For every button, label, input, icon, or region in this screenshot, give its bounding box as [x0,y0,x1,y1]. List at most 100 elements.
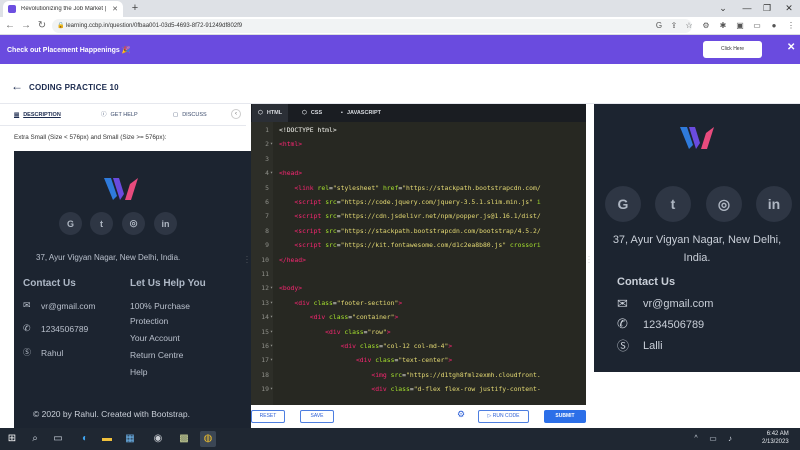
resize-handle-right[interactable]: · · · [588,254,590,266]
minimize-window-icon[interactable]: — [736,0,758,17]
brand-logo-icon [104,178,138,200]
envelope-icon: ✉ [617,296,628,311]
code-line[interactable]: <div class="text-center"> [279,356,452,364]
code-line[interactable]: <body> [279,284,302,292]
app-icon[interactable]: ▩ [176,431,192,447]
browser-tab[interactable]: Revolutionizing the Job Market | ✕ [3,1,123,17]
show-hidden-icons-icon[interactable]: ^ [688,431,704,447]
back-icon[interactable]: ← [3,17,17,35]
resize-handle-left[interactable]: · · · [246,254,248,266]
back-arrow-icon[interactable]: ← [11,79,23,93]
code-editor[interactable]: 1 <!DOCTYPE html> 2 ▾ <html> 3 4 ▾ <head> 5 <link… [251,122,586,405]
profile-icon[interactable]: ● [768,19,780,33]
collapse-panel-icon[interactable]: ‹ [231,109,241,119]
fold-arrow-icon[interactable]: ▾ [270,314,273,320]
new-tab-button[interactable]: + [128,1,142,15]
sidebar-icon[interactable]: ▭ [751,19,763,33]
task-view-icon[interactable]: ▭ [50,431,66,447]
fold-arrow-icon[interactable]: ▾ [270,141,273,147]
css3-icon: ⬡ [302,110,307,116]
code-line[interactable]: <div class="d-flex flex-row justify-cont… [279,385,540,393]
fold-arrow-icon[interactable]: ▾ [270,329,273,335]
code-line[interactable]: <div class="col-12 col-md-4"> [279,342,453,350]
code-line[interactable]: <script src="https://cdn.jsdelivr.net/np… [279,212,540,220]
puzzle-extensions-icon[interactable]: ✱ [717,19,729,33]
help-link: Help [130,367,148,377]
save-button[interactable]: SAVE [300,410,334,423]
fold-arrow-icon[interactable]: ▾ [270,386,273,392]
close-banner-icon[interactable]: ✕ [787,42,795,53]
tab-get-help[interactable]: ⓘ GET HELP [101,104,138,126]
site-favicon-icon [8,5,16,13]
taskbar-clock[interactable]: 6:42 AM 2/13/2023 [762,430,789,446]
reload-icon[interactable]: ↻ [35,17,49,35]
windows-start-icon[interactable]: ⊞ [4,431,20,447]
volume-icon[interactable]: ♪ [722,431,738,447]
bookmark-star-icon[interactable]: ☆ [683,19,695,33]
code-line[interactable]: <div class="footer-section"> [279,299,402,307]
store-icon[interactable]: ▦ [122,431,138,447]
code-line[interactable]: <img src="https://d1tgh8fmlzexmh.cloudfr… [279,371,540,379]
banner-text: Check out Placement Happenings 🎉 [7,47,131,54]
settings-gear-icon[interactable]: ⚙ [457,409,465,420]
share-icon[interactable]: ⇪ [668,19,680,33]
network-icon[interactable]: ▭ [705,431,721,447]
code-line[interactable]: <script src="https://code.jquery.com/jqu… [279,198,540,206]
brand-logo-icon [680,127,714,149]
menu-icon[interactable]: ⋮ [785,19,797,33]
twitter-icon: t [90,212,113,235]
close-window-icon[interactable]: ✕ [778,0,800,17]
tab-description[interactable]: ▤ DESCRIPTION [14,104,61,126]
line-number: 6 [265,198,269,206]
twitter-icon[interactable]: t [655,186,691,222]
search-icon[interactable]: ⌕ [27,431,43,447]
code-line[interactable]: <script src="https://kit.fontawesome.com… [279,241,540,249]
extension-icon[interactable]: ⚙ [700,19,712,33]
code-line[interactable]: <link rel="stylesheet" href="https://sta… [279,184,540,192]
instagram-icon: ◎ [122,212,145,235]
tab-html[interactable]: ⬡ HTML [252,104,289,122]
code-line[interactable]: <div class="container"> [279,313,399,321]
fold-arrow-icon[interactable]: ▾ [270,343,273,349]
app-icon[interactable]: ◉ [150,431,166,447]
code-line[interactable]: <head> [279,169,302,177]
click-here-button[interactable]: Click Here [703,41,762,58]
line-number: 13 [261,298,269,307]
google-icon[interactable]: G [605,186,641,222]
code-line[interactable]: <!DOCTYPE html> [279,126,337,134]
windows-taskbar [0,428,800,450]
linkedin-icon[interactable]: in [756,186,792,222]
tab-javascript[interactable]: ▪ JAVASCRIPT [341,104,381,122]
footer-address: 37, Ayur Vigyan Nagar, New Delhi, India. [36,253,181,262]
submit-button[interactable]: SUBMIT [544,410,586,423]
tab-get-help-label: GET HELP [110,112,138,118]
run-code-button[interactable]: ▷ RUN CODE [478,410,529,423]
url-input[interactable]: 🔒 learning.ccbp.in/question/0fbaa001-03d… [52,19,692,33]
code-line[interactable]: <div class="row"> [279,328,390,336]
file-explorer-icon[interactable]: ▬ [99,431,115,447]
tab-css[interactable]: ⬡ CSS [302,104,322,122]
forward-icon[interactable]: → [19,17,33,35]
close-tab-icon[interactable]: ✕ [112,5,118,13]
fold-arrow-icon[interactable]: ▾ [270,285,273,291]
tab-discuss[interactable]: ▢ DISCUSS [173,104,207,126]
tab-search-icon[interactable]: ⌄ [712,0,734,17]
footer-phone: 1234506789 [643,319,705,331]
google-extension-icon[interactable]: G [653,19,665,33]
reset-button[interactable]: RESET [251,410,285,423]
fold-arrow-icon[interactable]: ▾ [270,170,273,176]
fold-arrow-icon[interactable]: ▾ [270,300,273,306]
code-line[interactable]: <html> [279,140,302,148]
fold-arrow-icon[interactable]: ▾ [270,357,273,363]
edge-browser-icon[interactable]: ◐ [77,431,93,447]
side-panel-icon[interactable]: ▣ [734,19,746,33]
instagram-icon[interactable]: ◎ [706,186,742,222]
line-number: 7 [265,212,269,221]
phone-icon: ✆ [617,316,628,331]
restore-window-icon[interactable]: ❐ [756,0,778,17]
chrome-taskbar-icon[interactable]: ◍ [200,431,216,447]
footer-email: vr@gmail.com [643,298,714,310]
code-line[interactable]: </head> [279,256,306,264]
code-line[interactable]: <script src="https://stackpath.bootstrap… [279,227,540,235]
clock-date: 2/13/2023 [762,439,789,445]
